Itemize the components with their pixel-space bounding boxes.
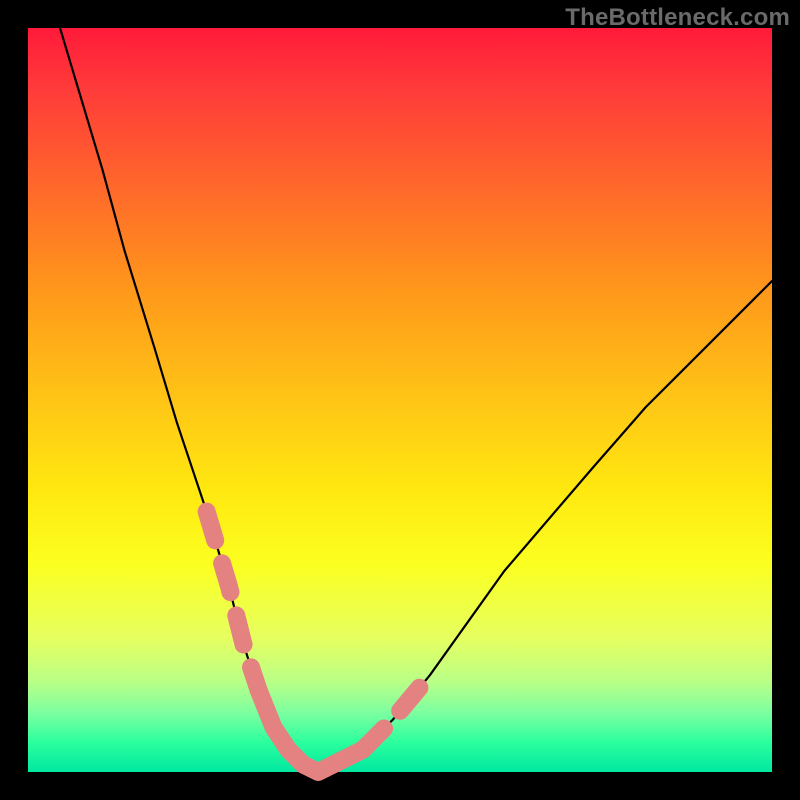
bottleneck-curve (58, 21, 772, 772)
chart-frame (28, 28, 772, 772)
ideal-range-right (363, 675, 430, 749)
chart-plot-svg (28, 28, 772, 772)
ideal-range-bottom (259, 690, 363, 772)
